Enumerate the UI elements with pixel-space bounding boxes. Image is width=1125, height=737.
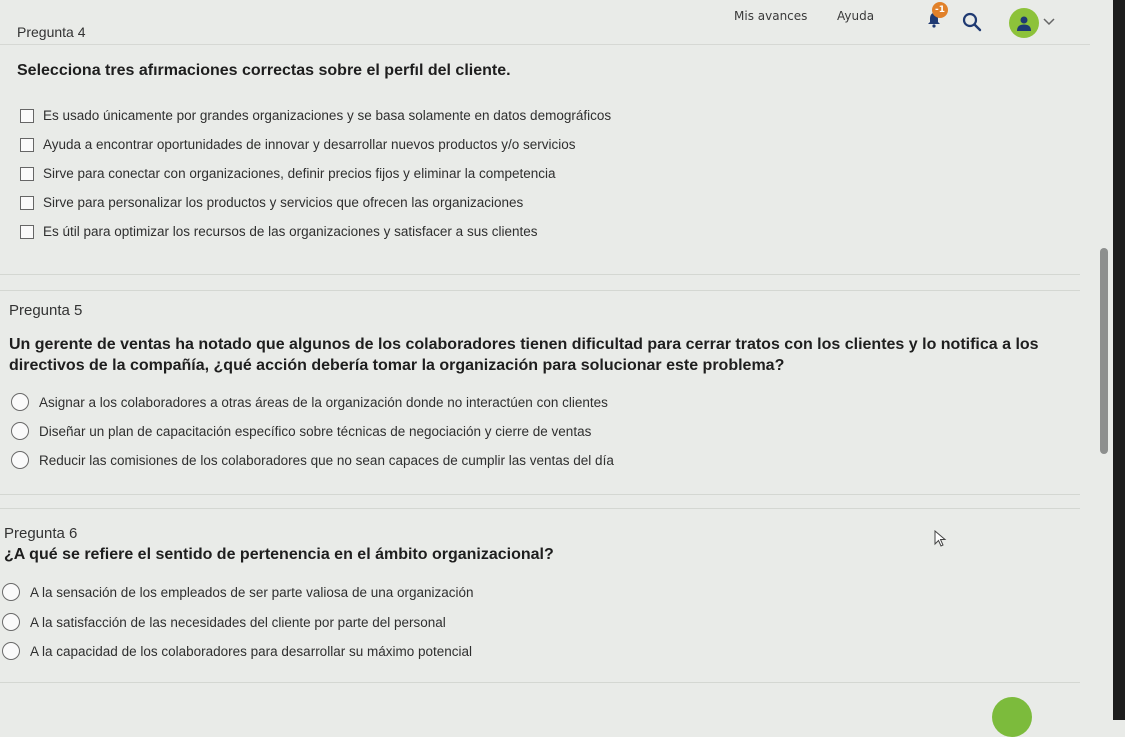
q6-option-2-label: A la satisfacción de las necesidades del… bbox=[30, 614, 446, 630]
screen-edge bbox=[1113, 0, 1125, 720]
q4-option-5[interactable]: Es útil para optimizar los recursos de l… bbox=[20, 224, 537, 239]
chevron-down-icon[interactable] bbox=[1042, 17, 1056, 27]
scroll-top-button[interactable] bbox=[992, 697, 1032, 737]
question-4-text: Selecciona tres afırmaciones correctas s… bbox=[17, 62, 511, 79]
question-4-label: Pregunta 4 bbox=[17, 24, 86, 40]
search-icon[interactable] bbox=[960, 10, 984, 34]
q6-option-1[interactable]: A la sensación de los empleados de ser p… bbox=[2, 583, 474, 601]
question-6-text: ¿A qué se refiere el sentido de pertenen… bbox=[4, 546, 554, 563]
q5-option-1-label: Asignar a los colaboradores a otras área… bbox=[39, 394, 608, 410]
scrollbar-thumb[interactable] bbox=[1100, 248, 1108, 454]
mouse-cursor-icon bbox=[934, 530, 947, 547]
question-5-title: Pregunta 5 bbox=[9, 302, 83, 319]
radio-button[interactable] bbox=[11, 393, 29, 411]
user-avatar-icon[interactable] bbox=[1009, 8, 1039, 38]
q5-option-2[interactable]: Diseñar un plan de capacitación específi… bbox=[11, 422, 591, 440]
q4-option-4[interactable]: Sirve para personalizar los productos y … bbox=[20, 195, 523, 210]
q6-option-3-label: A la capacidad de los colaboradores para… bbox=[30, 643, 472, 659]
divider bbox=[0, 494, 1080, 495]
radio-button[interactable] bbox=[2, 613, 20, 631]
radio-button[interactable] bbox=[2, 583, 20, 601]
q5-option-1[interactable]: Asignar a los colaboradores a otras área… bbox=[11, 393, 608, 411]
checkbox[interactable] bbox=[20, 137, 34, 152]
q6-option-2[interactable]: A la satisfacción de las necesidades del… bbox=[2, 613, 446, 631]
q5-option-3-label: Reducir las comisiones de los colaborado… bbox=[39, 452, 614, 468]
q4-option-2[interactable]: Ayuda a encontrar oportunidades de innov… bbox=[20, 137, 576, 152]
divider bbox=[0, 290, 1080, 291]
q4-option-2-label: Ayuda a encontrar oportunidades de innov… bbox=[43, 137, 576, 152]
radio-button[interactable] bbox=[11, 422, 29, 440]
divider bbox=[0, 682, 1080, 683]
notification-badge: -1 bbox=[932, 2, 948, 18]
q4-option-5-label: Es útil para optimizar los recursos de l… bbox=[43, 224, 538, 239]
nav-ayuda[interactable]: Ayuda bbox=[837, 9, 874, 23]
user-silhouette-icon bbox=[1017, 16, 1031, 31]
question-6-title: Pregunta 6 bbox=[4, 525, 78, 542]
checkbox[interactable] bbox=[20, 166, 34, 181]
question-5-text-line-2: directivos de la compañía, ¿qué acción d… bbox=[9, 357, 785, 374]
q6-option-3[interactable]: A la capacidad de los colaboradores para… bbox=[2, 642, 472, 660]
q4-option-3[interactable]: Sirve para conectar con organizaciones, … bbox=[20, 166, 556, 181]
q5-option-3[interactable]: Reducir las comisiones de los colaborado… bbox=[11, 451, 614, 469]
checkbox[interactable] bbox=[20, 195, 34, 210]
nav-mis-avances[interactable]: Mis avances bbox=[734, 9, 807, 23]
q4-option-1[interactable]: Es usado únicamente por grandes organiza… bbox=[20, 108, 611, 123]
q6-option-1-label: A la sensación de los empleados de ser p… bbox=[30, 584, 474, 600]
q4-option-4-label: Sirve para personalizar los productos y … bbox=[43, 195, 524, 210]
divider bbox=[0, 274, 1080, 275]
checkbox[interactable] bbox=[20, 224, 34, 239]
radio-button[interactable] bbox=[11, 451, 29, 469]
q4-option-3-label: Sirve para conectar con organizaciones, … bbox=[43, 166, 556, 181]
q5-option-2-label: Diseñar un plan de capacitación específi… bbox=[39, 423, 592, 439]
question-5-text-line-1: Un gerente de ventas ha notado que algun… bbox=[9, 336, 1039, 353]
q4-option-1-label: Es usado únicamente por grandes organiza… bbox=[43, 108, 612, 123]
radio-button[interactable] bbox=[2, 642, 20, 660]
checkbox[interactable] bbox=[20, 108, 34, 123]
divider bbox=[0, 508, 1080, 509]
